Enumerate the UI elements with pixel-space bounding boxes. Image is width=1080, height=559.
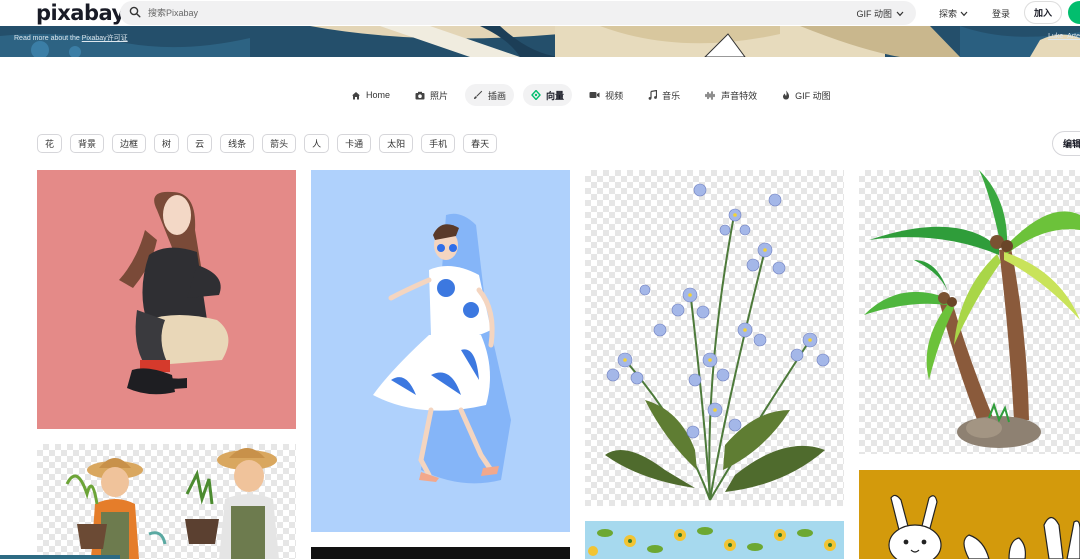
- tab-photos[interactable]: 照片: [407, 84, 456, 106]
- image-card-dark[interactable]: [311, 547, 570, 559]
- tag-chip[interactable]: 花: [37, 134, 63, 153]
- search-icon: [129, 6, 141, 18]
- media-type-label: GIF 动图: [856, 9, 893, 19]
- join-button[interactable]: 加入: [1024, 1, 1062, 24]
- tag-chip[interactable]: 人: [304, 134, 330, 153]
- waveform-icon: [705, 90, 715, 100]
- explore-label: 探索: [939, 9, 958, 19]
- artist-credit-link[interactable]: Luke_Arte: [1048, 33, 1080, 40]
- video-icon: [589, 92, 600, 98]
- banner-artwork: [0, 26, 1080, 57]
- edit-button[interactable]: 编辑: [1052, 131, 1080, 156]
- image-card-palm-trees[interactable]: [859, 170, 1080, 454]
- tab-gifs[interactable]: GIF 动图: [774, 84, 839, 106]
- tag-row: 花 背景 边框 树 云 线条 箭头 人 卡通 太阳 手机 春天: [37, 134, 498, 153]
- login-link[interactable]: 登录: [992, 7, 1010, 20]
- tab-vectors[interactable]: 向量: [523, 84, 573, 106]
- illustration-floral-pattern: [588, 527, 836, 556]
- camera-icon: [415, 91, 425, 99]
- image-card-gardeners[interactable]: [37, 444, 296, 559]
- tag-chip[interactable]: 太阳: [379, 134, 414, 153]
- tag-chip[interactable]: 手机: [421, 134, 456, 153]
- license-link[interactable]: Pixabay许可证: [82, 35, 128, 42]
- explore-menu[interactable]: 探索: [939, 7, 968, 20]
- image-card-woman-squatting[interactable]: [37, 170, 296, 429]
- top-bar: pixabay GIF 动图 探索 登录 加入: [0, 0, 1080, 26]
- vector-icon: [531, 90, 541, 100]
- status-strip: [0, 555, 120, 559]
- chevron-down-icon: [896, 11, 904, 16]
- pixabay-logo[interactable]: pixabay: [36, 1, 125, 25]
- illustration-woman-dancing: [373, 213, 511, 484]
- tag-chip[interactable]: 箭头: [262, 134, 297, 153]
- upload-button[interactable]: [1068, 1, 1080, 24]
- illustration-woman-squatting: [119, 191, 229, 395]
- home-icon: [352, 91, 360, 99]
- illustration-blue-flowers: [605, 183, 830, 501]
- illustration-bunnies: [888, 494, 1080, 559]
- chevron-down-icon: [960, 11, 968, 16]
- license-notice: Read more about the Pixabay许可证: [14, 35, 128, 42]
- tag-chip[interactable]: 树: [154, 134, 180, 153]
- tag-chip[interactable]: 云: [187, 134, 213, 153]
- fire-icon: [783, 90, 790, 100]
- category-nav: Home 照片 插画 向量 视频 音乐 声音特效 GIF 动图: [343, 83, 839, 107]
- tab-music[interactable]: 音乐: [640, 84, 688, 106]
- tag-chip[interactable]: 背景: [70, 134, 105, 153]
- brush-icon: [474, 90, 483, 99]
- media-type-dropdown[interactable]: GIF 动图: [857, 7, 905, 20]
- tag-chip[interactable]: 边框: [112, 134, 147, 153]
- tab-videos[interactable]: 视频: [581, 84, 631, 106]
- search-bar[interactable]: GIF 动图: [120, 1, 916, 25]
- tag-chip[interactable]: 春天: [463, 134, 498, 153]
- image-card-floral-pattern[interactable]: [585, 521, 844, 559]
- illustration-palm-trees: [864, 170, 1080, 448]
- image-card-bunnies[interactable]: [859, 470, 1080, 559]
- tab-illustrations[interactable]: 插画: [465, 84, 515, 106]
- tag-chip[interactable]: 线条: [220, 134, 255, 153]
- image-card-woman-dancing[interactable]: [311, 170, 570, 532]
- music-icon: [648, 90, 658, 100]
- tab-home[interactable]: Home: [343, 84, 398, 106]
- search-input[interactable]: [148, 1, 748, 25]
- tab-sound-effects[interactable]: 声音特效: [697, 84, 765, 106]
- image-card-blue-flowers[interactable]: [585, 170, 844, 506]
- tag-chip[interactable]: 卡通: [337, 134, 372, 153]
- illustration-gardeners: [65, 448, 279, 559]
- hero-banner: Read more about the Pixabay许可证 Luke_Arte: [0, 26, 1080, 57]
